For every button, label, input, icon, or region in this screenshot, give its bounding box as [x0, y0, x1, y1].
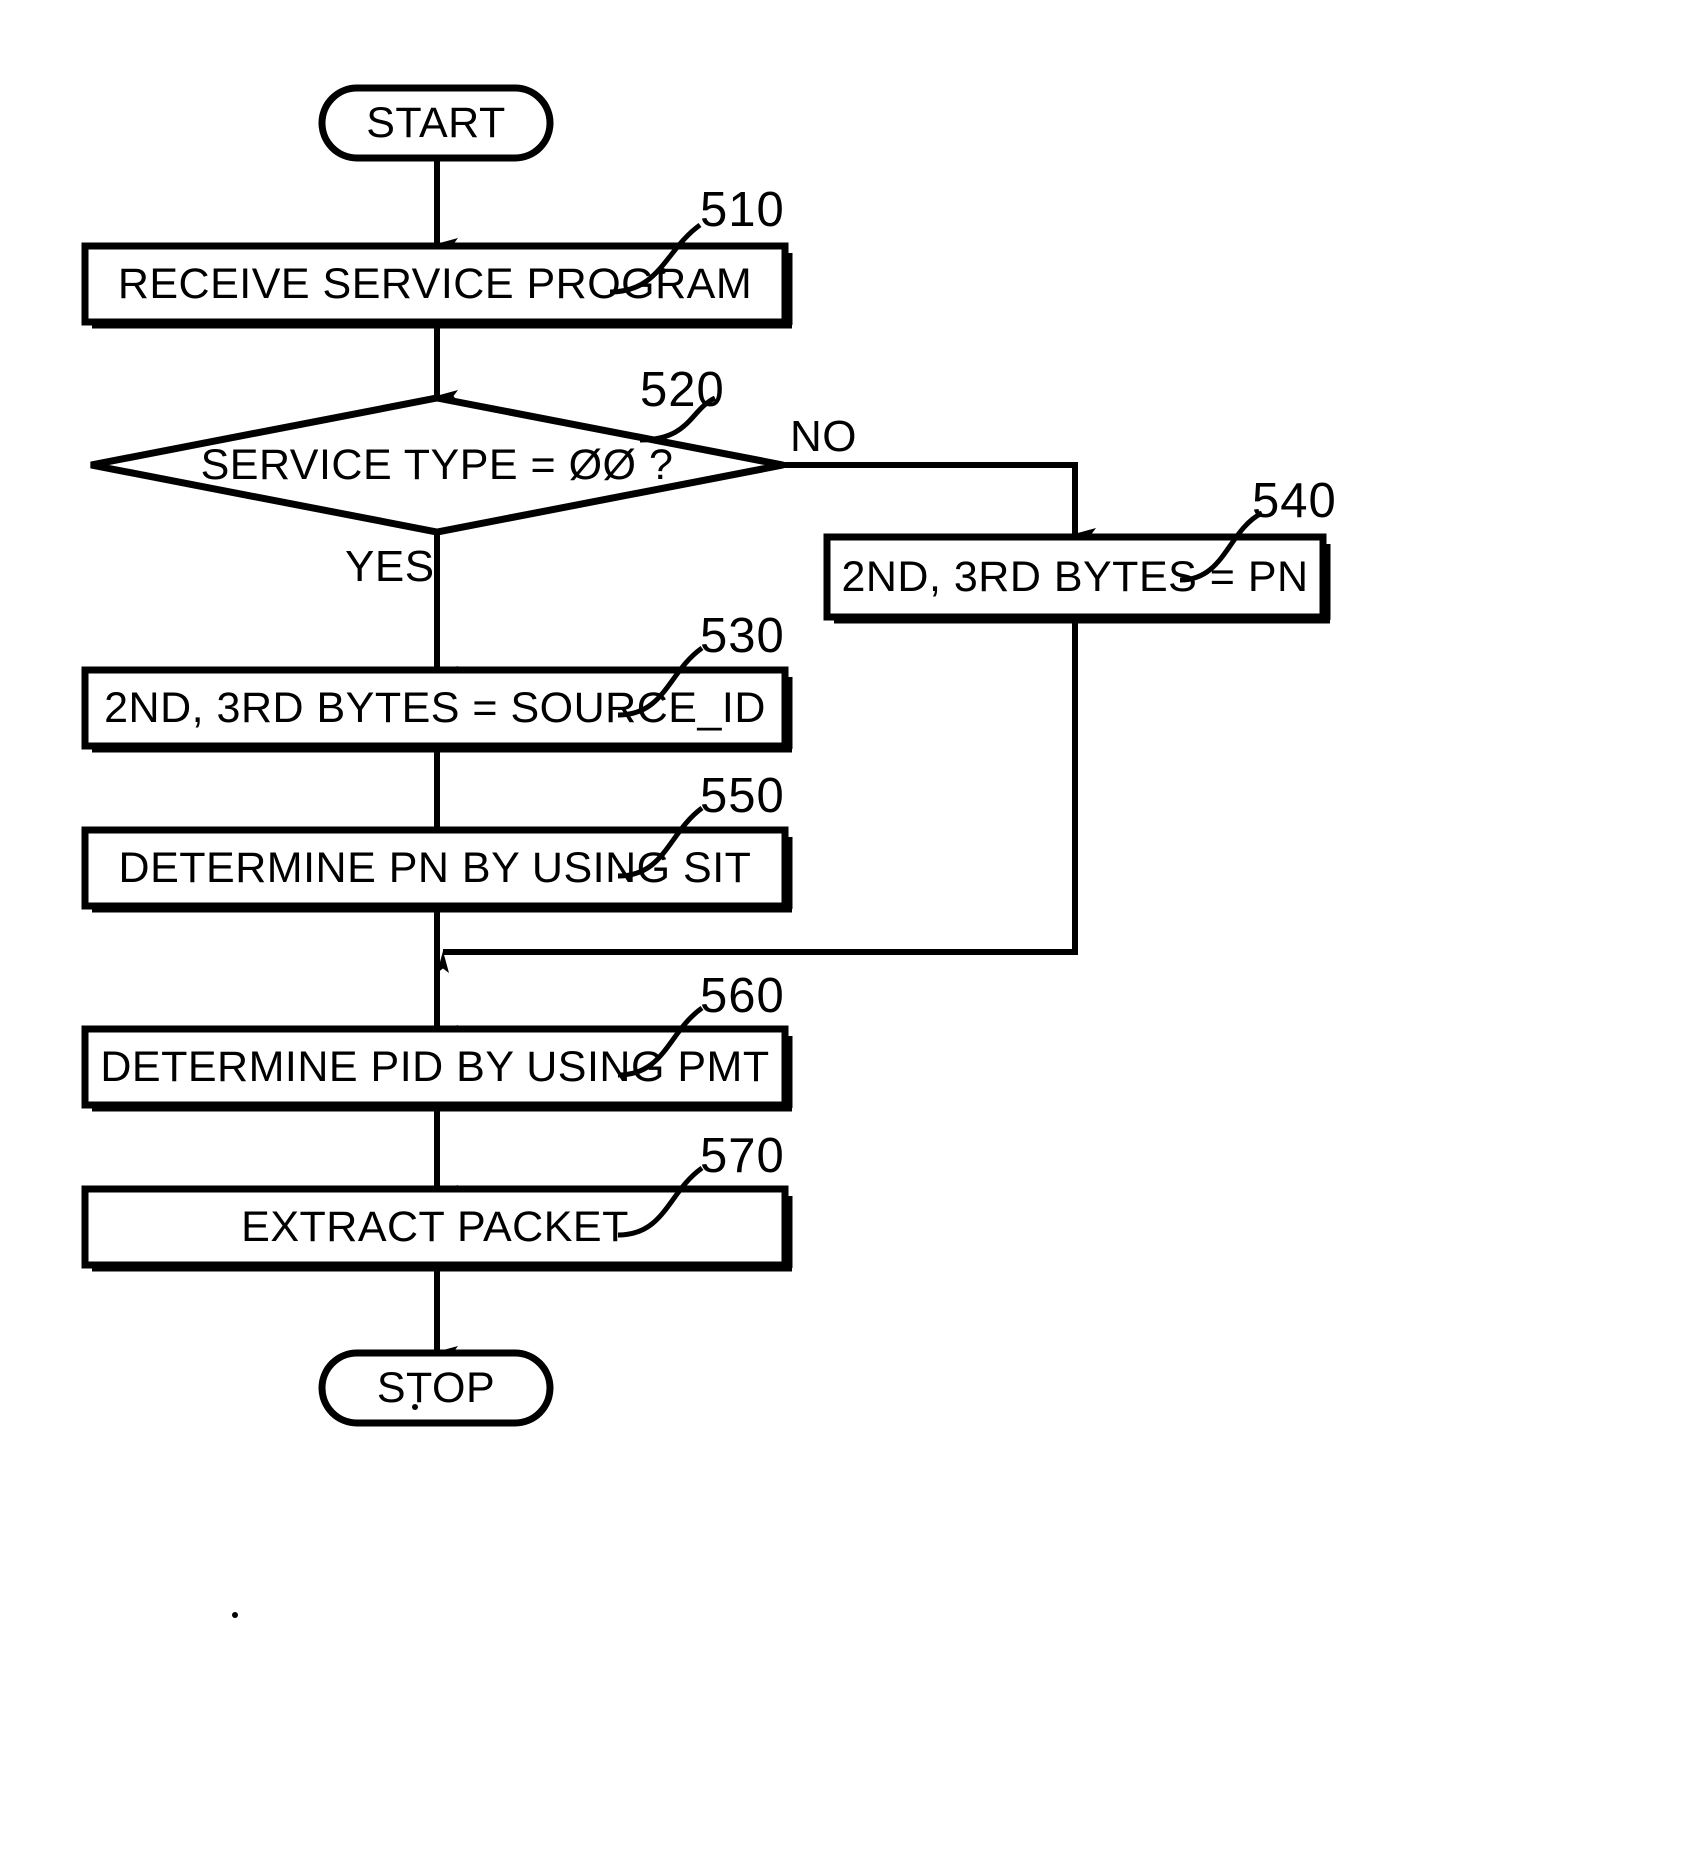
node-540-shape: [823, 533, 1331, 624]
node-550-shape: [81, 826, 793, 913]
node-570-shape: [81, 1185, 793, 1272]
flowchart-graphics: [81, 84, 1331, 1427]
flowchart-canvas: START RECEIVE SERVICE PROGRAM 510 SERVIC…: [0, 0, 1683, 1852]
ref-number-530: 530: [700, 609, 785, 663]
node-start-shape: [318, 84, 554, 162]
ref-number-520: 520: [640, 363, 725, 417]
ref-number-540: 540: [1252, 474, 1337, 528]
ref-number-510: 510: [700, 183, 785, 237]
ref-number-560: 560: [700, 969, 785, 1023]
node-stop-shape: [318, 1349, 554, 1427]
edge-520-no: [783, 462, 1096, 540]
edge-label-yes: YES: [345, 542, 435, 591]
ref-number-570: 570: [700, 1129, 785, 1183]
node-530-shape: [81, 666, 793, 753]
scan-speck: [412, 1404, 418, 1410]
edge-label-no: NO: [790, 412, 857, 461]
node-560-shape: [81, 1025, 793, 1112]
node-520-shape: [90, 394, 784, 536]
node-510-shape: [81, 242, 793, 329]
ref-number-550: 550: [700, 769, 785, 823]
scan-speck: [232, 1612, 238, 1618]
scan-speck: [660, 268, 666, 274]
